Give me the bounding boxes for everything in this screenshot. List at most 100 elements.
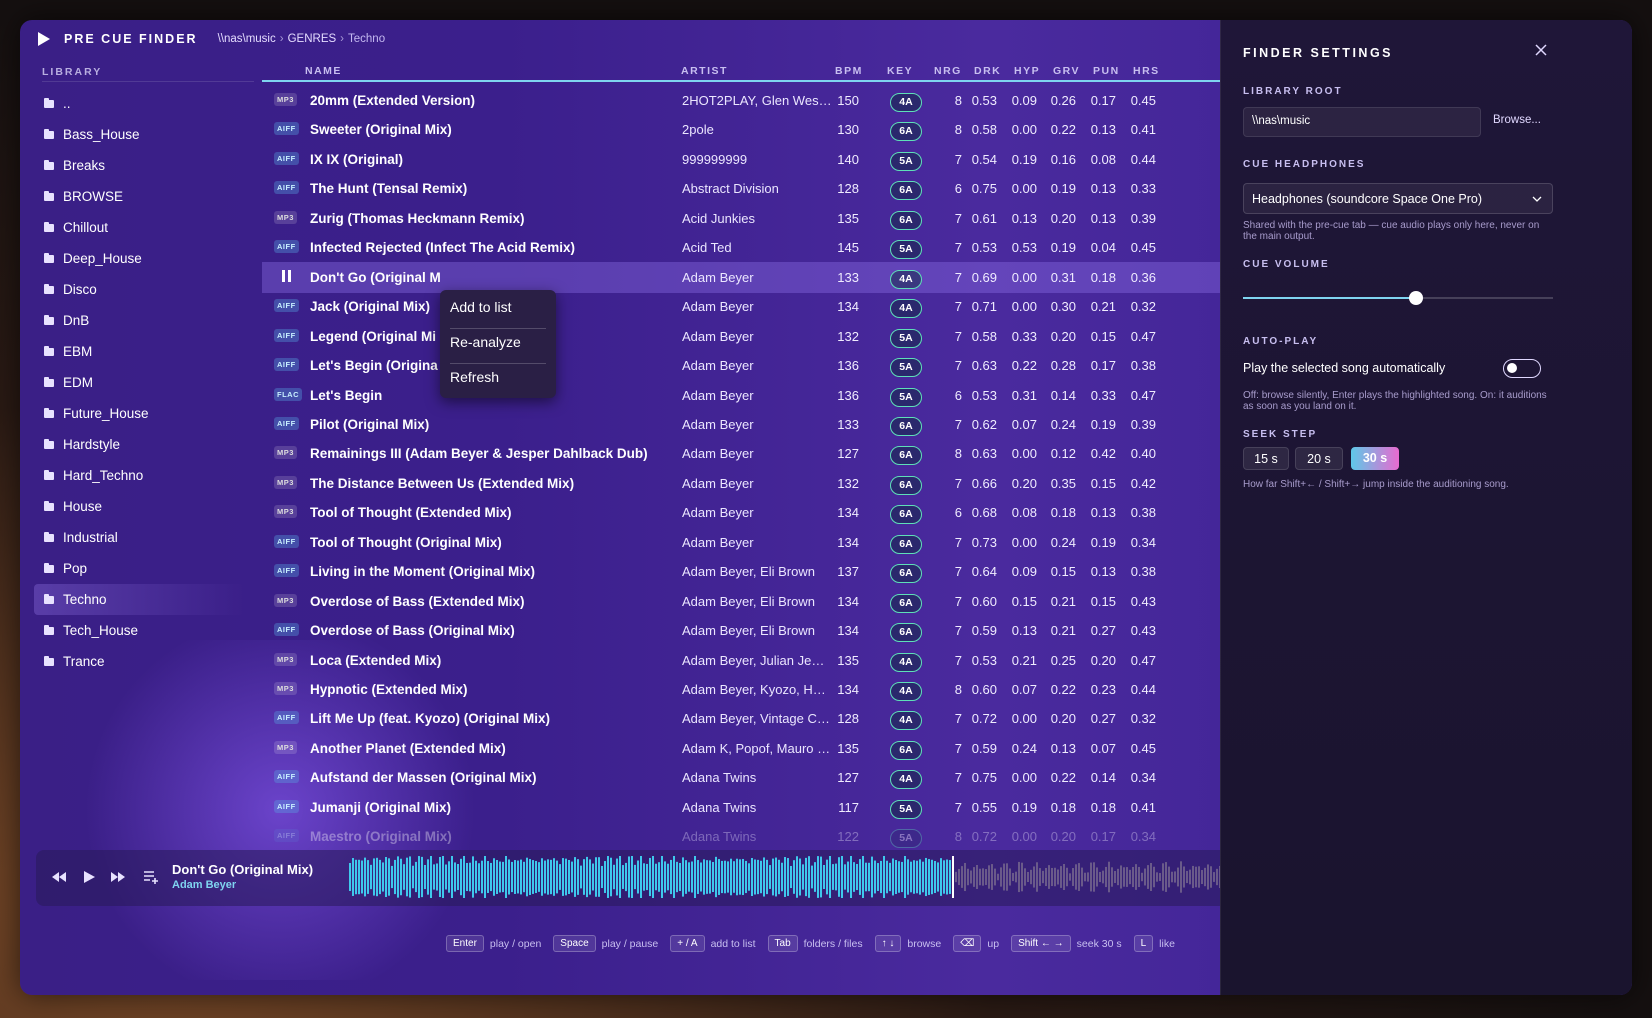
- folder-item[interactable]: DnB: [34, 305, 244, 336]
- table-row[interactable]: AIFF Jumanji (Original Mix) Adana Twins 117…: [262, 792, 1260, 823]
- waveform[interactable]: [349, 856, 1249, 898]
- seek-option-15s[interactable]: 15 s: [1243, 447, 1289, 470]
- table-row[interactable]: MP3 Hypnotic (Extended Mix) Adam Beyer, Ky…: [262, 674, 1260, 705]
- table-row[interactable]: AIFF The Hunt (Tensal Remix) Abstract Divi…: [262, 173, 1260, 204]
- table-row[interactable]: Don't Go (Original M Adam Beyer 133 7 0.69 0.…: [262, 261, 1260, 293]
- waveform-bar: [616, 858, 618, 896]
- track-grv: 0.25: [1050, 652, 1076, 668]
- folder-item[interactable]: Breaks: [34, 150, 244, 181]
- waveform-bar: [598, 857, 600, 897]
- fast-forward-icon[interactable]: [109, 868, 127, 886]
- waveform-bar: [565, 858, 567, 896]
- folder-item[interactable]: Bass_House: [34, 119, 244, 150]
- rewind-icon[interactable]: [50, 868, 68, 886]
- table-row[interactable]: AIFF Jack (Original Mix) Adam Beyer 134 7 0.7…: [262, 291, 1260, 322]
- table-row[interactable]: AIFF Living in the Moment (Original Mix) A…: [262, 556, 1260, 587]
- play-icon[interactable]: [80, 868, 98, 886]
- track-hrs: 0.45: [1130, 240, 1156, 256]
- folder-item[interactable]: Techno: [34, 584, 244, 615]
- table-row[interactable]: FLAC Let's Begin Adam Beyer 136 6 0.53 0.31 0.1…: [262, 380, 1260, 411]
- seek-option-30s[interactable]: 30 s: [1351, 447, 1399, 470]
- table-row[interactable]: AIFF Sweeter (Original Mix) 2pole 130 8 0.58 0…: [262, 114, 1260, 145]
- column-header-hrs[interactable]: HRS: [1133, 65, 1160, 77]
- auto-play-toggle[interactable]: [1503, 359, 1541, 378]
- now-playing-artist[interactable]: Adam Beyer: [172, 879, 236, 891]
- column-header-nrg[interactable]: NRG: [934, 65, 962, 77]
- key-badge: 4A: [890, 711, 922, 731]
- key-badge: 6A: [890, 505, 922, 525]
- column-header-key[interactable]: KEY: [887, 65, 913, 77]
- waveform-bar: [757, 859, 759, 895]
- format-badge: AIFF: [274, 240, 299, 254]
- menu-item-re-analyze[interactable]: Re-analyze: [450, 329, 546, 364]
- folder-item[interactable]: Tech_House: [34, 615, 244, 646]
- folder-item[interactable]: EBM: [34, 336, 244, 367]
- format-badge: MP3: [274, 93, 297, 106]
- table-row[interactable]: MP3 The Distance Between Us (Extended Mix…: [262, 468, 1260, 499]
- track-artist: Adam Beyer, Eli Brown: [682, 623, 815, 639]
- column-header-artist[interactable]: ARTIST: [681, 65, 728, 77]
- slider-knob[interactable]: [1409, 291, 1423, 305]
- column-header-grv[interactable]: GRV: [1053, 65, 1080, 77]
- cue-volume-slider[interactable]: [1243, 291, 1553, 305]
- key-badge: 6A: [890, 181, 922, 201]
- folder-item[interactable]: BROWSE: [34, 181, 244, 212]
- column-header-drk[interactable]: DRK: [974, 65, 1001, 77]
- folder-item[interactable]: House: [34, 491, 244, 522]
- seek-option-20s[interactable]: 20 s: [1295, 447, 1343, 470]
- folder-item[interactable]: Disco: [34, 274, 244, 305]
- waveform-bar: [1111, 867, 1113, 887]
- table-row[interactable]: MP3 20mm (Extended Version) 2HOT2PLAY, Gle…: [262, 85, 1260, 116]
- pause-icon[interactable]: [282, 269, 292, 282]
- table-row[interactable]: AIFF Overdose of Bass (Original Mix) Adam …: [262, 615, 1260, 646]
- folder-item[interactable]: ..: [34, 88, 244, 119]
- table-row[interactable]: AIFF Maestro (Original Mix) Adana Twins 122…: [262, 821, 1260, 852]
- table-row[interactable]: MP3 Another Planet (Extended Mix) Adam K, …: [262, 733, 1260, 764]
- table-row[interactable]: MP3 Overdose of Bass (Extended Mix) Adam B…: [262, 586, 1260, 617]
- table-row[interactable]: AIFF Infected Rejected (Infect The Acid R…: [262, 232, 1260, 263]
- folder-item[interactable]: Chillout: [34, 212, 244, 243]
- library-root-input[interactable]: \\nas\music: [1243, 107, 1481, 137]
- table-row[interactable]: MP3 Tool of Thought (Extended Mix) Adam Be…: [262, 497, 1260, 528]
- table-row[interactable]: AIFF Tool of Thought (Original Mix) Adam B…: [262, 527, 1260, 558]
- waveform-bar: [1015, 871, 1017, 883]
- folder-item[interactable]: Hardstyle: [34, 429, 244, 460]
- browse-button[interactable]: Browse...: [1493, 114, 1541, 126]
- column-header-bpm[interactable]: BPM: [835, 65, 863, 77]
- waveform-bar: [1195, 866, 1197, 888]
- folder-item[interactable]: Pop: [34, 553, 244, 584]
- close-icon[interactable]: [1533, 42, 1549, 58]
- column-header-hyp[interactable]: HYP: [1014, 65, 1040, 77]
- table-row[interactable]: AIFF Let's Begin (Origina Adam Beyer 136 7 0.…: [262, 350, 1260, 381]
- column-header-name[interactable]: NAME: [305, 65, 342, 77]
- table-row[interactable]: MP3 Zurig (Thomas Heckmann Remix) Acid Jun…: [262, 203, 1260, 234]
- playlist-icon[interactable]: [142, 868, 160, 886]
- table-row[interactable]: MP3 Remainings III (Adam Beyer & Jesper D…: [262, 438, 1260, 469]
- table-row[interactable]: AIFF Pilot (Original Mix) Adam Beyer 133 7 0.…: [262, 409, 1260, 440]
- menu-item-refresh[interactable]: Refresh: [450, 364, 546, 399]
- waveform-bar: [370, 864, 372, 890]
- waveform-bar: [646, 863, 648, 891]
- headphones-select[interactable]: Headphones (soundcore Space One Pro): [1243, 183, 1553, 214]
- folder-item[interactable]: Trance: [34, 646, 244, 677]
- track-hyp: 0.19: [1011, 151, 1037, 167]
- table-row[interactable]: AIFF Legend (Original Mi Adam Beyer 132 7 0.5…: [262, 321, 1260, 352]
- breadcrumb-item[interactable]: GENRES: [288, 33, 337, 45]
- table-row[interactable]: AIFF Aufstand der Massen (Original Mix) Ad…: [262, 762, 1260, 793]
- folder-item[interactable]: EDM: [34, 367, 244, 398]
- table-row[interactable]: AIFF IX IX (Original) 999999999 140 7 0.54 0.1…: [262, 144, 1260, 175]
- menu-item-add-to-list[interactable]: Add to list: [450, 294, 546, 329]
- breadcrumb-item[interactable]: \\nas\music: [218, 33, 276, 45]
- table-row[interactable]: AIFF Lift Me Up (feat. Kyozo) (Original M…: [262, 703, 1260, 734]
- folder-item[interactable]: Future_House: [34, 398, 244, 429]
- divider: [42, 81, 254, 82]
- column-header-pun[interactable]: PUN: [1093, 65, 1120, 77]
- table-row[interactable]: MP3 Loca (Extended Mix) Adam Beyer, Julian…: [262, 645, 1260, 676]
- track-pun: 0.19: [1090, 416, 1116, 432]
- waveform-bar: [1087, 872, 1089, 882]
- folder-item[interactable]: Hard_Techno: [34, 460, 244, 491]
- folder-item[interactable]: Industrial: [34, 522, 244, 553]
- folder-item[interactable]: Deep_House: [34, 243, 244, 274]
- waveform-bar: [1030, 869, 1032, 885]
- track-name: Overdose of Bass (Extended Mix): [310, 593, 525, 609]
